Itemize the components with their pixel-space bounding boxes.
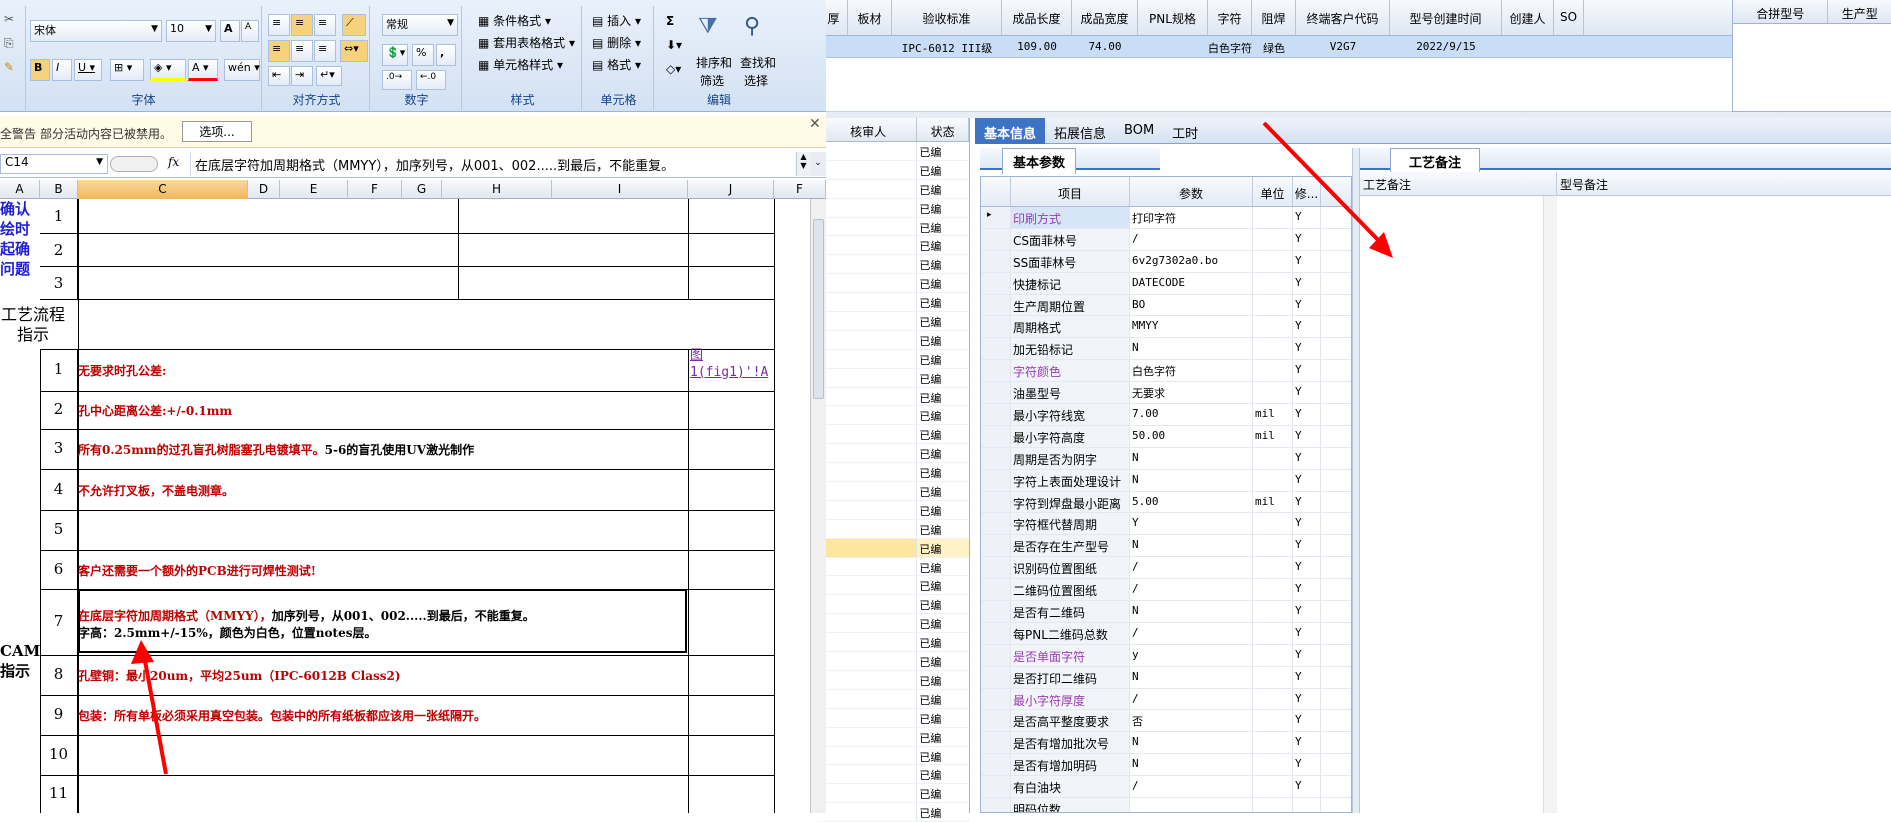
arrow-line-notes [1262, 121, 1386, 248]
annotation-arrows [131, 121, 1393, 775]
arrow-line-excel [141, 649, 168, 775]
arrow-head-excel [131, 640, 154, 664]
